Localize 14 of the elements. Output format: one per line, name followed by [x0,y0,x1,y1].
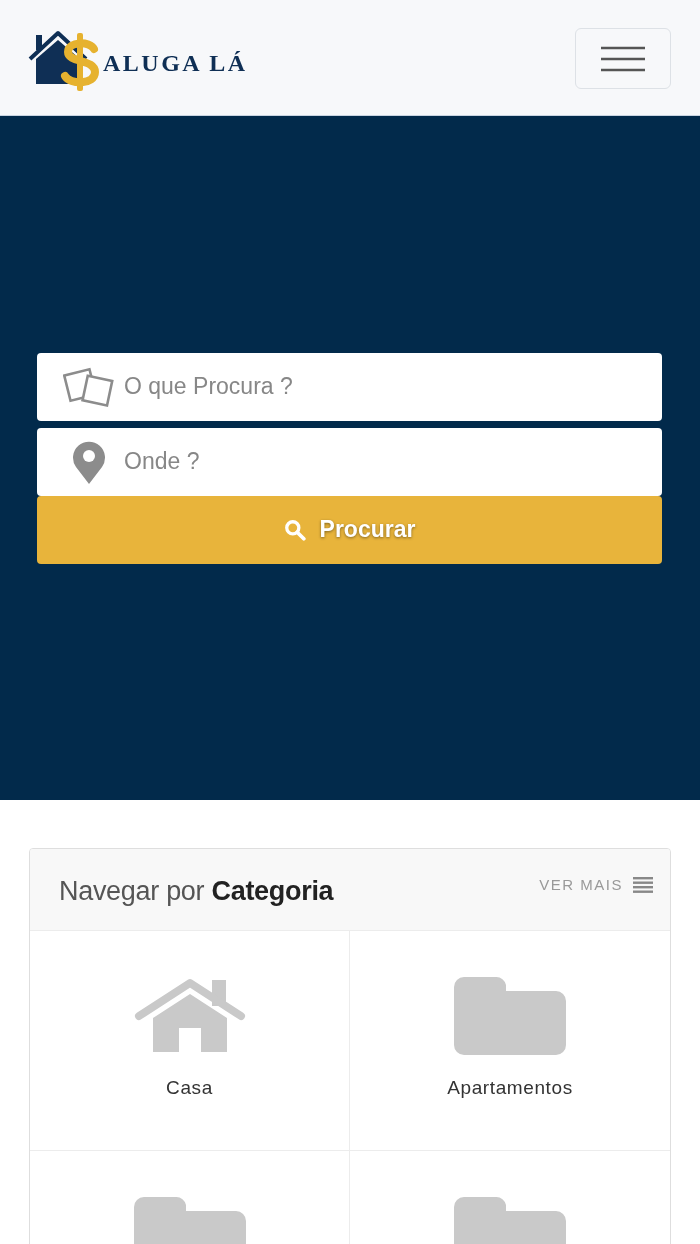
logo-link[interactable]: ALUGA LÁ [28,28,248,91]
search-icon [283,518,306,541]
list-icon [633,876,653,893]
search-field[interactable]: O que Procura ? [37,352,662,421]
menu-button[interactable] [575,28,671,89]
overlapping-squares-icon [63,366,115,407]
search-field[interactable]: Onde ? [37,427,662,496]
house-dollar-icon [28,28,100,91]
category-tile[interactable]: Casa [30,931,350,1151]
house-icon [133,977,246,1055]
folder-icon [454,977,566,1055]
menu-icon [601,45,645,72]
panel-title: Navegar por Categoria [59,876,334,907]
category-tile[interactable]: Apartamentos [350,931,670,1151]
